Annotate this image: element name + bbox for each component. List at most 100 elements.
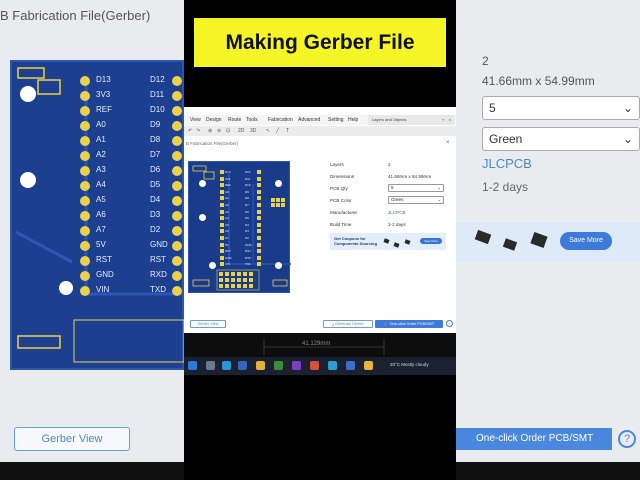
mounting-hole	[275, 180, 282, 187]
word-icon[interactable]	[238, 361, 247, 370]
fit-icon[interactable]: ⊡	[226, 128, 230, 134]
pcb-pad	[257, 183, 261, 188]
one-click-order-label: One-click Order PCB/SMT	[389, 322, 435, 326]
dimensions-value: 41.66mm x 54.99mm	[388, 174, 432, 179]
background-pad	[172, 241, 182, 251]
background-pin-label: GND	[96, 270, 114, 279]
menu-view[interactable]: View	[190, 117, 201, 123]
pcb-pin-label: A2	[225, 203, 229, 207]
menu-help[interactable]: Help	[348, 117, 358, 123]
zoom-in-icon[interactable]: ⊕	[208, 128, 212, 134]
pcb-qty-select[interactable]: 5 ⌄	[388, 184, 444, 192]
pcb-pad	[220, 229, 224, 234]
background-pad	[172, 76, 182, 86]
menu-advanced[interactable]: Advanced	[298, 117, 320, 123]
pcb-pad	[243, 278, 247, 282]
pcb-qty-value: 5	[391, 185, 394, 190]
pcb-pin-label: TX1	[245, 262, 251, 267]
pcb-pin-label: 3V3	[225, 176, 231, 181]
file-explorer-icon[interactable]	[256, 361, 265, 370]
pcb-pad	[249, 284, 253, 288]
pcb-pad	[231, 284, 235, 288]
pcb-pad	[220, 236, 224, 240]
one-click-order-button[interactable]: 🛒 One-click Order PCB/SMT	[375, 320, 443, 328]
easyeda-icon[interactable]	[346, 361, 355, 370]
manufacturer-link[interactable]: JLCPCB	[388, 210, 406, 215]
background-right: 2 41.66mm x 54.99mm 5 ⌄ Green ⌄ JLCPCB 1-2…	[456, 0, 640, 480]
app-icon[interactable]	[328, 361, 337, 370]
gerber-view-button[interactable]: Gerber View	[190, 320, 226, 328]
pcb-pin-label: GND	[225, 255, 232, 260]
menu-fabrication[interactable]: Fabrication	[268, 117, 293, 123]
powerpoint-icon[interactable]	[310, 361, 319, 370]
background-pad	[80, 166, 90, 176]
pcb-pad	[257, 196, 261, 201]
help-icon[interactable]: ?	[446, 320, 453, 327]
text-icon[interactable]: T	[286, 128, 289, 134]
background-build-time: 1-2 days	[482, 180, 529, 194]
excel-icon[interactable]	[274, 361, 283, 370]
menu-tools[interactable]: Tools	[246, 117, 258, 123]
background-pin-label: RST	[96, 255, 112, 264]
coupon-banner[interactable]: Get Coupons for Components Sourcing Save…	[330, 233, 446, 250]
pcb-pad	[220, 203, 224, 207]
pcb-pin-label: D2	[245, 236, 249, 240]
search-icon[interactable]	[206, 361, 215, 370]
wire-icon[interactable]: ╱	[276, 128, 279, 134]
pin-icon[interactable]: ▪	[443, 115, 444, 125]
pcb-pad	[220, 242, 224, 247]
mounting-hole	[199, 180, 206, 187]
menu-route[interactable]: Route	[228, 117, 241, 123]
edge-icon[interactable]	[222, 361, 231, 370]
save-more-button[interactable]: Save More	[420, 238, 442, 244]
layers-panel-header[interactable]: Layers and Objects ▪ ×	[368, 115, 454, 125]
background-pin-label: A2	[96, 150, 106, 159]
pcb-pin-label: RST	[245, 249, 251, 254]
pcb-pad	[219, 284, 223, 288]
redo-icon[interactable]: ↷	[196, 128, 200, 134]
background-left: B Fabrication File(Gerber) D13 D12 3V3 D11 R…	[0, 0, 184, 480]
pcb-pad	[220, 216, 224, 221]
pcb-pad	[257, 236, 261, 240]
background-pad	[172, 181, 182, 191]
pcb-pad	[220, 209, 224, 214]
layers-value: 2	[388, 162, 391, 167]
generate-gerber-button[interactable]: ⤓ Generate Gerber	[323, 320, 373, 328]
select-icon[interactable]: ↖	[266, 128, 270, 134]
background-manufacturer-link: JLCPCB	[482, 156, 532, 171]
chevron-down-icon: ⌄	[622, 101, 633, 115]
pcb-color-select[interactable]: Green ⌄	[388, 196, 444, 204]
view-2d-button[interactable]: 2D	[238, 128, 244, 134]
background-pin-label: 3V3	[96, 90, 111, 99]
menu-setting[interactable]: Setting	[328, 117, 344, 123]
chip-icon	[383, 238, 390, 244]
pcb-pin-label: RST	[225, 249, 231, 254]
pcb-pad	[281, 203, 285, 207]
pcb-pad	[249, 278, 253, 282]
pcb-pin-label: D5	[245, 216, 249, 221]
pcb-pin-label: D8	[245, 196, 249, 201]
pcb-pad	[257, 255, 261, 260]
canvas-strip: 41.129mm	[184, 333, 456, 357]
background-pad	[80, 106, 90, 116]
pcb-pad	[231, 272, 235, 276]
teams-icon[interactable]	[292, 361, 301, 370]
background-pin-label: A5	[96, 195, 106, 204]
windows-start-icon[interactable]	[188, 361, 197, 370]
pcb-pin-label: D13	[225, 170, 231, 174]
background-pad	[80, 136, 90, 146]
view-3d-button[interactable]: 3D	[250, 128, 256, 134]
build-time-value: 1-2 days	[388, 222, 406, 227]
close-icon[interactable]: ×	[449, 115, 451, 125]
layers-panel-title: Layers and Objects	[372, 117, 407, 122]
menu-design[interactable]: Design	[206, 117, 222, 123]
chrome-icon[interactable]	[364, 361, 373, 370]
undo-icon[interactable]: ↶	[188, 128, 192, 134]
dialog-close-icon[interactable]: ×	[446, 139, 450, 148]
background-pad	[80, 151, 90, 161]
background-pad	[172, 196, 182, 206]
background-pin-label: A1	[96, 135, 106, 144]
zoom-out-icon[interactable]: ⊖	[217, 128, 221, 134]
weather-widget[interactable]: 20°C Mostly cloudy	[390, 362, 429, 367]
pcb-pad	[220, 249, 224, 254]
